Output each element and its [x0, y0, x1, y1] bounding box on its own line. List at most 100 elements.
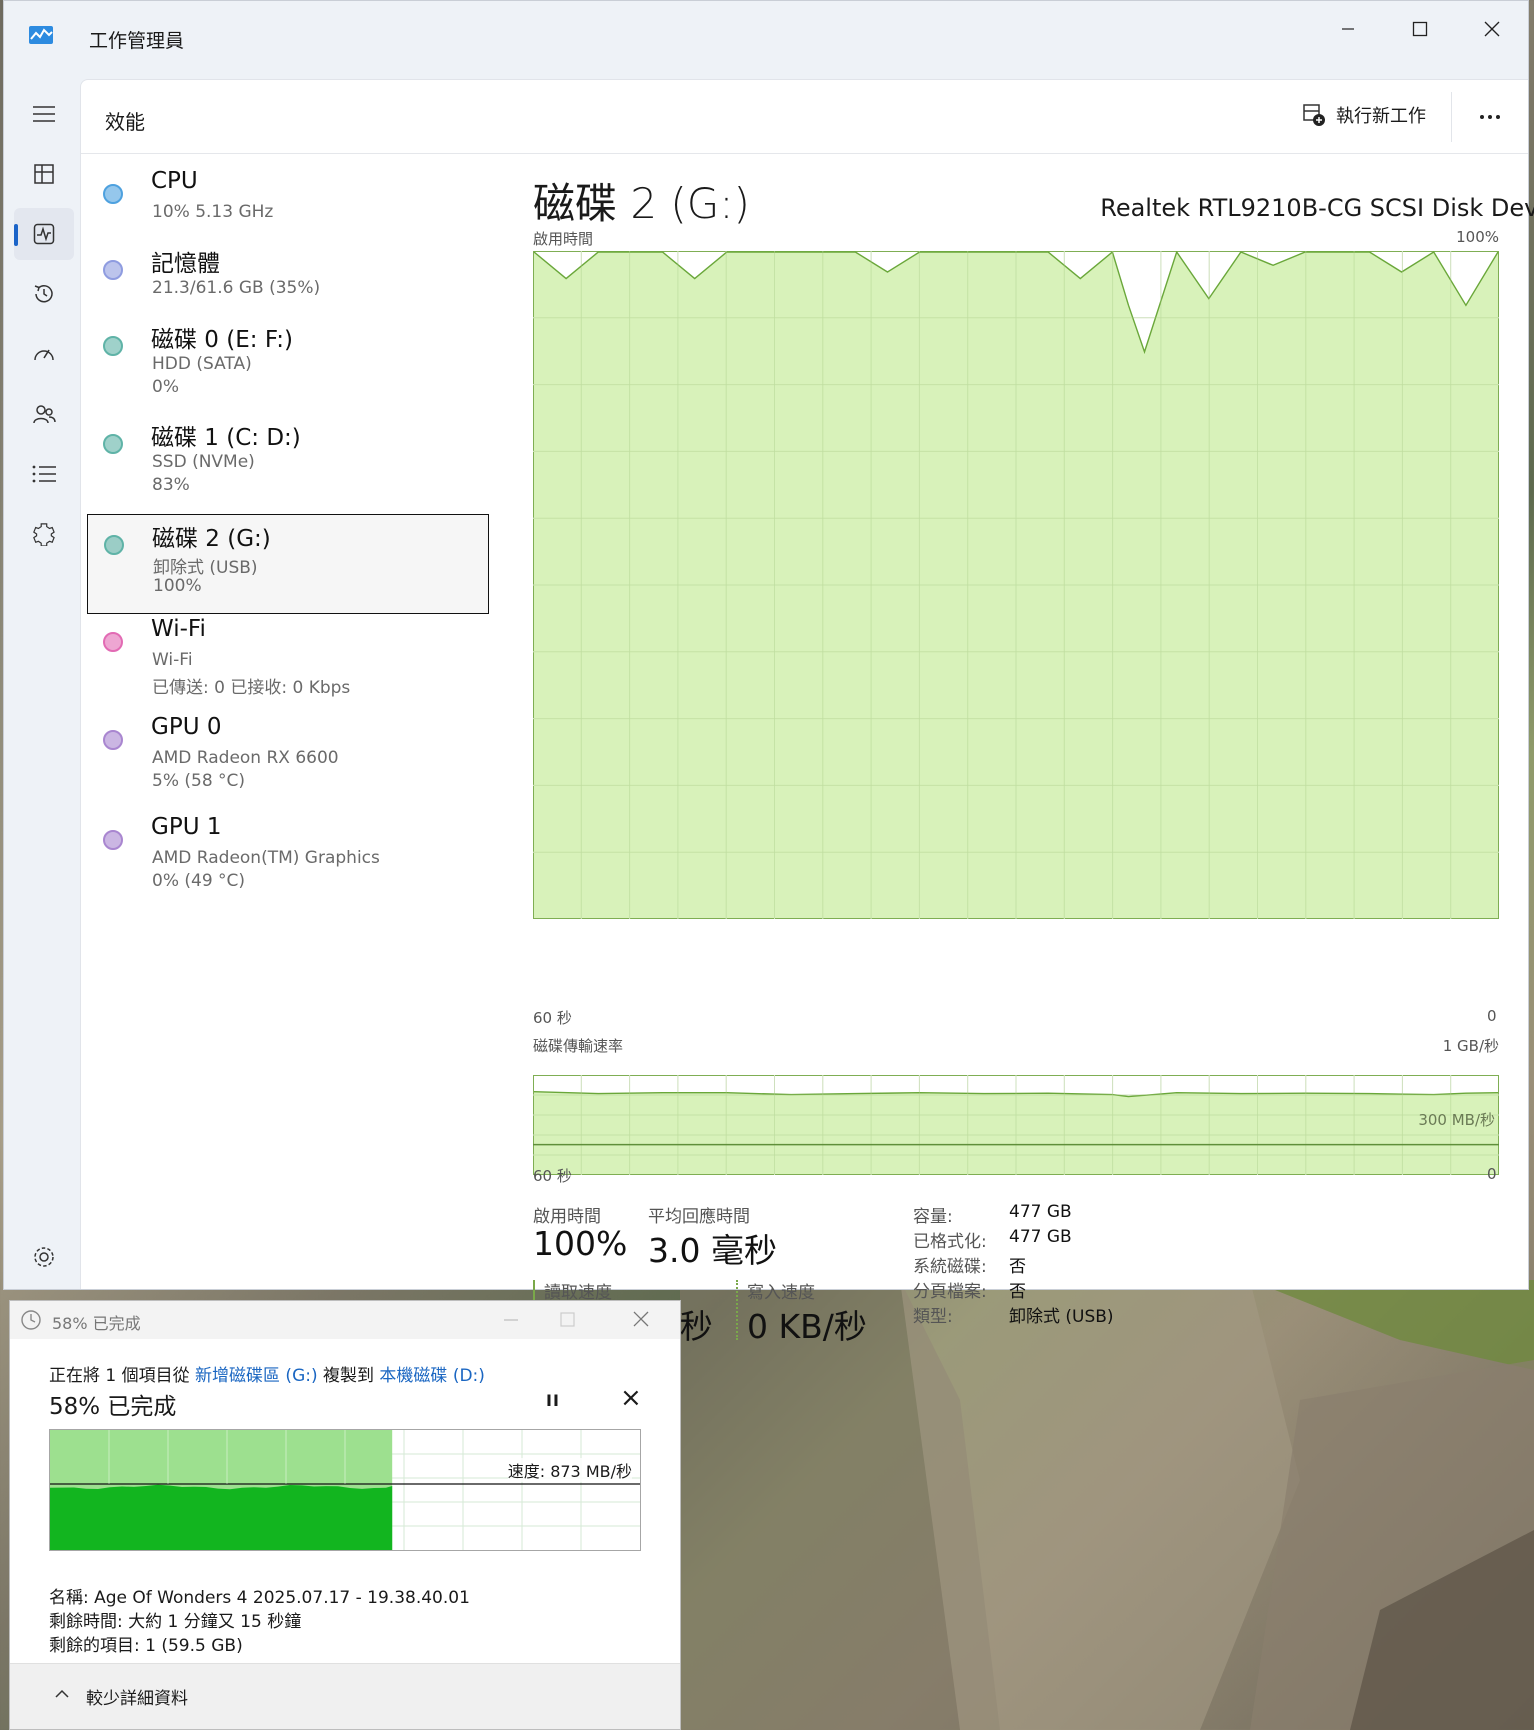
users-icon — [33, 405, 56, 424]
copy-minimize-button[interactable] — [496, 1307, 526, 1333]
property-key: 已格式化: — [913, 1232, 987, 1252]
app-title: 工作管理員 — [89, 30, 185, 52]
copy-close-button[interactable] — [626, 1307, 656, 1333]
speed-area — [50, 1484, 393, 1550]
device-name: CPU — [151, 168, 198, 194]
device-subtitle: SSD (NVMe) — [152, 452, 255, 472]
property-value: 否 — [1009, 1257, 1026, 1277]
app-history-icon — [34, 285, 53, 303]
disk-model: Realtek RTL9210B-CG SCSI Disk Device — [1100, 194, 1534, 222]
transfer-rate-chart — [533, 1075, 1499, 1175]
hamburger-icon — [33, 106, 55, 122]
nav-startup-apps[interactable] — [14, 328, 74, 380]
nav-services[interactable] — [14, 508, 74, 560]
task-manager-app-icon — [29, 26, 53, 44]
copy-desc-mid: 複製到 — [317, 1366, 380, 1386]
device-subtitle: 21.3/61.6 GB (35%) — [152, 278, 321, 298]
device-subtitle: AMD Radeon(TM) Graphics — [152, 848, 380, 868]
device-color-dot — [103, 434, 123, 454]
device-status: 83% — [152, 475, 190, 495]
device-item[interactable]: 磁碟 1 (C: D:) SSD (NVMe) 83% — [87, 414, 489, 514]
nav-performance[interactable] — [14, 208, 74, 260]
device-color-dot — [103, 632, 123, 652]
device-item[interactable]: GPU 1 AMD Radeon(TM) Graphics 0% (49 °C) — [87, 810, 489, 910]
device-status: 100% — [153, 576, 202, 596]
settings-button[interactable] — [24, 1237, 64, 1277]
graph2-right-label: 0 — [1487, 1165, 1497, 1183]
graph2-label: 磁碟傳輸速率 — [533, 1037, 624, 1055]
property-value: 477 GB — [1009, 1227, 1072, 1247]
settings-icon — [34, 1247, 54, 1267]
write-speed-marker — [736, 1280, 738, 1340]
copy-file-name: 名稱: Age Of Wonders 4 2025.07.17 - 19.38.… — [49, 1588, 470, 1608]
copy-percent: 58% 已完成 — [49, 1394, 177, 1420]
nav-details[interactable] — [14, 448, 74, 500]
maximize-icon — [1412, 21, 1428, 37]
property-value: 477 GB — [1009, 1202, 1072, 1222]
copy-items-left: 剩餘的項目: 1 (59.5 GB) — [49, 1636, 243, 1656]
device-color-dot — [103, 336, 123, 356]
nav-processes[interactable] — [14, 148, 74, 200]
graph1-left-label: 60 秒 — [533, 1009, 572, 1027]
copy-desc-prefix: 正在將 1 個項目從 — [49, 1366, 196, 1386]
copy-speed-label: 速度: 873 MB/秒 — [507, 1458, 632, 1482]
device-color-dot — [104, 535, 124, 555]
device-subtitle: Wi-Fi — [152, 650, 193, 670]
write-speed-value: 0 KB/秒 — [747, 1307, 867, 1346]
property-value: 卸除式 (USB) — [1009, 1307, 1114, 1327]
property-key: 類型: — [913, 1307, 953, 1327]
startup-apps-icon — [34, 349, 54, 361]
nav-app-history[interactable] — [14, 268, 74, 320]
device-name: GPU 1 — [151, 814, 222, 840]
property-value: 否 — [1009, 1282, 1026, 1302]
maximize-icon — [560, 1312, 575, 1327]
graph1-label: 啟用時間 — [533, 230, 594, 248]
copy-dialog-body: 正在將 1 個項目從 新增磁碟區 (G:) 複製到 本機磁碟 (D:) 58% … — [10, 1339, 680, 1677]
maximize-button[interactable] — [1390, 9, 1450, 49]
close-button[interactable] — [1462, 9, 1522, 49]
cancel-copy-button[interactable]: × — [620, 1383, 642, 1413]
device-item[interactable]: 磁碟 0 (E: F:) HDD (SATA) 0% — [87, 316, 489, 416]
minimize-icon — [504, 1319, 518, 1321]
close-icon — [1484, 21, 1500, 37]
copy-maximize-button[interactable] — [552, 1307, 582, 1333]
device-color-dot — [103, 260, 123, 280]
copy-speed-graph: 速度: 873 MB/秒 — [49, 1429, 641, 1551]
device-name: 磁碟 0 (E: F:) — [151, 327, 293, 353]
device-item[interactable]: GPU 0 AMD Radeon RX 6600 5% (58 °C) — [87, 710, 489, 810]
source-link[interactable]: 新增磁碟區 (G:) — [195, 1366, 318, 1386]
device-name: Wi-Fi — [151, 616, 206, 642]
more-icon — [1480, 115, 1484, 119]
minimize-button[interactable] — [1318, 9, 1378, 49]
device-status: 5% (58 °C) — [152, 771, 246, 791]
graph1-max-label: 100% — [1456, 228, 1499, 246]
device-subtitle: HDD (SATA) — [152, 354, 252, 374]
run-new-task-button[interactable]: 執行新工作 — [1302, 102, 1426, 128]
destination-link[interactable]: 本機磁碟 (D:) — [379, 1366, 485, 1386]
content-header: 效能 執行新工作 — [81, 80, 1528, 154]
device-item[interactable]: 磁碟 2 (G:) 卸除式 (USB) 100% — [87, 514, 489, 614]
run-new-task-icon — [1303, 104, 1325, 126]
more-options-button[interactable] — [1470, 102, 1510, 132]
fewer-details-button[interactable]: 較少詳細資料 — [86, 1684, 188, 1709]
active-time-value: 100% — [533, 1224, 628, 1263]
property-key: 系統磁碟: — [913, 1257, 987, 1277]
property-key: 容量: — [913, 1207, 953, 1227]
file-copy-dialog: 58% 已完成 正在將 1 個項目從 新增磁碟區 (G:) 複製到 本機磁碟 (… — [9, 1300, 681, 1730]
graph2-left-label: 60 秒 — [533, 1167, 572, 1185]
processes-icon — [34, 164, 54, 184]
nav-users[interactable] — [14, 388, 74, 440]
disk-title: 磁碟 2 (G:) — [533, 179, 750, 228]
device-name: 磁碟 2 (G:) — [152, 526, 271, 552]
chevron-up-icon — [55, 1689, 69, 1698]
pause-button[interactable]: II — [546, 1391, 560, 1410]
close-icon — [633, 1311, 649, 1327]
device-item[interactable]: Wi-Fi Wi-Fi 已傳送: 0 已接收: 0 Kbps — [87, 612, 489, 712]
header-divider — [1451, 92, 1452, 142]
services-icon — [33, 523, 55, 546]
copy-dialog-title-bar: 58% 已完成 — [10, 1301, 680, 1339]
clock-icon — [21, 1310, 41, 1330]
hamburger-menu-button[interactable] — [14, 88, 74, 140]
performance-icon — [33, 223, 55, 245]
main-content: 效能 執行新工作 CPU 10% 5.13 GHz 記憶體 21.3/61.6 GB … — [80, 79, 1534, 1346]
